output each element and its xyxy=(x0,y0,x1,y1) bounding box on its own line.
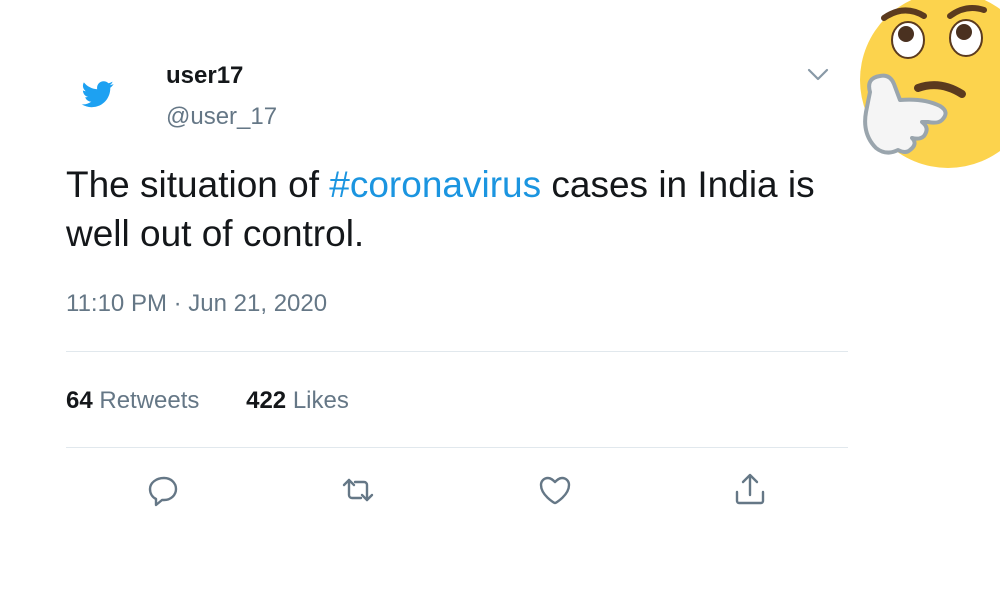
retweets-stat[interactable]: 64 Retweets xyxy=(66,387,199,415)
retweets-label: Retweets xyxy=(99,387,200,414)
share-button[interactable] xyxy=(730,470,770,510)
user-display-name[interactable]: user17 xyxy=(166,62,243,90)
reply-icon xyxy=(148,476,178,507)
tweet-date[interactable]: Jun 21, 2020 xyxy=(188,290,327,317)
hashtag-link[interactable]: #coronavirus xyxy=(329,164,541,205)
likes-label: Likes xyxy=(292,387,349,414)
like-button[interactable] xyxy=(535,470,575,510)
heart-icon xyxy=(539,476,571,505)
tweet-time[interactable]: 11:10 PM xyxy=(66,290,167,317)
retweet-icon xyxy=(342,478,374,502)
reply-button[interactable] xyxy=(143,470,183,510)
retweets-count: 64 xyxy=(66,387,93,414)
chevron-down-icon[interactable] xyxy=(803,63,833,87)
timestamp-separator: · xyxy=(173,290,182,317)
tweet-timestamp: 11:10 PM · Jun 21, 2020 xyxy=(66,290,327,318)
tweet-stats: 64 Retweets 422 Likes xyxy=(66,387,389,415)
likes-stat[interactable]: 422 Likes xyxy=(246,387,349,415)
thinking-face-emoji xyxy=(858,0,1000,170)
tweet-text: The situation of #coronavirus cases in I… xyxy=(66,160,826,258)
divider xyxy=(66,351,848,352)
retweet-button[interactable] xyxy=(338,470,378,510)
tweet-card: user17 @user_17 The situation of #corona… xyxy=(0,0,1000,600)
divider xyxy=(66,447,848,448)
share-icon xyxy=(735,473,765,505)
twitter-bird-icon[interactable] xyxy=(80,78,116,110)
user-handle[interactable]: @user_17 xyxy=(166,103,277,131)
tweet-text-before: The situation of xyxy=(66,164,330,205)
likes-count: 422 xyxy=(246,387,287,414)
